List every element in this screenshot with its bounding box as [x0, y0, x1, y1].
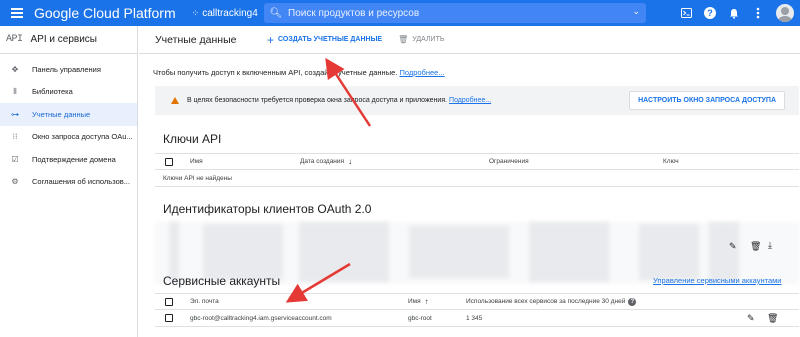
consent-screen-icon: ⁝⁝	[12, 132, 18, 142]
warning-icon	[171, 97, 179, 104]
column-key: Ключ	[663, 158, 679, 165]
warning-message: В целях безопасности требуется проверка …	[187, 97, 448, 104]
trash-icon[interactable]: 🗑︎	[750, 241, 761, 252]
hamburger-menu-icon[interactable]	[6, 0, 28, 26]
row-checkbox[interactable]	[165, 314, 173, 322]
delete-label: Удалить	[412, 36, 445, 43]
api-logo: API	[6, 34, 23, 45]
sidebar: API API и сервисы ✥ Панель управления ⦀ …	[0, 26, 138, 337]
plus-icon: +	[267, 32, 275, 47]
trash-icon: 🗑︎	[398, 35, 409, 44]
redacted-block	[203, 224, 283, 280]
api-keys-empty-row: Ключи API не найдены	[155, 170, 799, 187]
sidebar-item-label: Панель управления	[32, 64, 101, 74]
redacted-block	[299, 222, 389, 282]
warning-banner: В целях безопасности требуется проверка …	[155, 86, 799, 115]
warning-text: В целях безопасности требуется проверка …	[187, 97, 491, 104]
redacted-block	[529, 222, 609, 282]
configure-consent-screen-button[interactable]: Настроить окно запроса доступа	[629, 91, 785, 110]
sidebar-item-label: Соглашения об использов...	[32, 177, 130, 187]
edit-icon[interactable]: ✎	[729, 241, 737, 252]
column-name[interactable]: Имя	[190, 154, 203, 169]
sidebar-nav: ✥ Панель управления ⦀ Библиотека ⊶ Учетн…	[0, 54, 137, 193]
intro-learn-more-link[interactable]: Подробнее...	[399, 68, 444, 77]
service-account-email[interactable]: gbc-root@calltracking4.iam.gserviceaccou…	[190, 310, 332, 326]
redacted-block	[639, 224, 699, 280]
sidebar-item-label: Окно запроса доступа OAu...	[32, 132, 133, 142]
table-row: gbc-root@calltracking4.iam.gserviceaccou…	[155, 310, 799, 327]
sidebar-item-label: Библиотека	[32, 87, 73, 97]
service-accounts-title: Сервисные аккаунты	[163, 274, 281, 288]
main-content: Учетные данные + Создать учетные данные …	[139, 26, 800, 337]
column-name[interactable]: Имя ↑	[408, 294, 429, 309]
service-account-name: gbc-root	[408, 314, 432, 322]
column-usage: Использование всех сервисов за последние…	[466, 294, 637, 309]
create-credentials-button[interactable]: + Создать учетные данные	[267, 33, 382, 47]
search-input[interactable]	[288, 7, 608, 19]
download-icon[interactable]: ⤓	[768, 240, 772, 251]
chevron-down-icon[interactable]: ⌄	[632, 6, 640, 17]
toolbar: Учетные данные + Создать учетные данные …	[139, 26, 800, 54]
column-name-label: Имя	[408, 298, 421, 305]
sidebar-item-domain-verification[interactable]: ☑ Подтверждение домена	[0, 148, 137, 171]
project-dots-icon: ⁘	[191, 7, 199, 18]
arrow-up-icon: ↑	[424, 297, 429, 306]
edit-icon[interactable]: ✎	[747, 310, 755, 326]
column-created-label: Дата создания	[300, 158, 345, 165]
service-accounts-table-header: Эл. почта Имя ↑ Использование всех серви…	[155, 293, 799, 310]
arrow-down-icon: ↓	[348, 157, 353, 166]
top-bar: Google Cloud Platform ⁘ calltracking4 ▼ …	[0, 0, 800, 26]
help-icon[interactable]: ?	[698, 0, 722, 26]
oauth-title: Идентификаторы клиентов OAuth 2.0	[163, 202, 372, 216]
delete-button[interactable]: 🗑︎ Удалить	[398, 35, 444, 44]
sidebar-title: API и сервисы	[30, 34, 97, 45]
select-all-checkbox[interactable]	[165, 297, 173, 306]
sidebar-item-dashboard[interactable]: ✥ Панель управления	[0, 58, 137, 81]
key-icon: ⊶	[11, 109, 19, 119]
redacted-block	[409, 226, 509, 278]
trash-icon[interactable]: 🗑︎	[767, 310, 778, 326]
service-account-usage: 1 345	[466, 314, 483, 322]
help-icon[interactable]: ?	[628, 297, 637, 306]
library-icon: ⦀	[13, 86, 17, 96]
sidebar-item-agreements[interactable]: ⚙ Соглашения об использов...	[0, 171, 137, 194]
empty-message: Ключи API не найдены	[163, 174, 232, 182]
domain-icon: ☑	[11, 154, 19, 164]
create-credentials-label: Создать учетные данные	[278, 36, 383, 43]
api-keys-table-header: Имя Дата создания ↓ Ограничения Ключ	[155, 153, 799, 170]
search-icon: 🔍︎	[269, 7, 283, 19]
project-selector[interactable]: ⁘ calltracking4 ▼	[192, 8, 272, 19]
agreements-icon: ⚙	[11, 177, 19, 187]
project-name: calltracking4	[202, 7, 258, 19]
redacted-block	[169, 222, 179, 282]
column-usage-label: Использование всех сервисов за последние…	[466, 298, 626, 305]
intro-message: Чтобы получить доступ к включенным API, …	[153, 68, 398, 77]
column-created[interactable]: Дата создания ↓	[300, 154, 352, 169]
notifications-icon[interactable]	[722, 0, 746, 26]
search-box[interactable]: 🔍︎ ⌄	[264, 3, 646, 23]
sidebar-item-credentials[interactable]: ⊶ Учетные данные	[0, 103, 137, 126]
manage-service-accounts-link[interactable]: Управление сервисными аккаунтами	[653, 276, 782, 285]
sidebar-item-label: Подтверждение домена	[32, 154, 116, 164]
redacted-block	[709, 222, 739, 282]
account-avatar[interactable]	[776, 4, 794, 22]
warning-learn-more-link[interactable]: Подробнее...	[449, 97, 491, 104]
sidebar-item-library[interactable]: ⦀ Библиотека	[0, 81, 137, 104]
more-vert-icon[interactable]	[746, 0, 770, 26]
intro-text: Чтобы получить доступ к включенным API, …	[153, 68, 445, 77]
sidebar-header: API API и сервисы	[0, 26, 137, 54]
brand-title[interactable]: Google Cloud Platform	[34, 5, 176, 21]
page-title: Учетные данные	[155, 33, 237, 46]
column-email[interactable]: Эл. почта	[190, 294, 219, 309]
api-keys-title: Ключи API	[163, 132, 222, 146]
dashboard-icon: ✥	[11, 64, 19, 74]
sidebar-item-oauth-consent[interactable]: ⁝⁝ Окно запроса доступа OAu...	[0, 126, 137, 149]
select-all-checkbox[interactable]	[165, 157, 173, 166]
top-icons: ?	[674, 0, 800, 26]
column-restrictions: Ограничения	[489, 158, 529, 165]
sidebar-item-label: Учетные данные	[32, 109, 91, 119]
cloud-shell-icon[interactable]	[674, 0, 698, 26]
